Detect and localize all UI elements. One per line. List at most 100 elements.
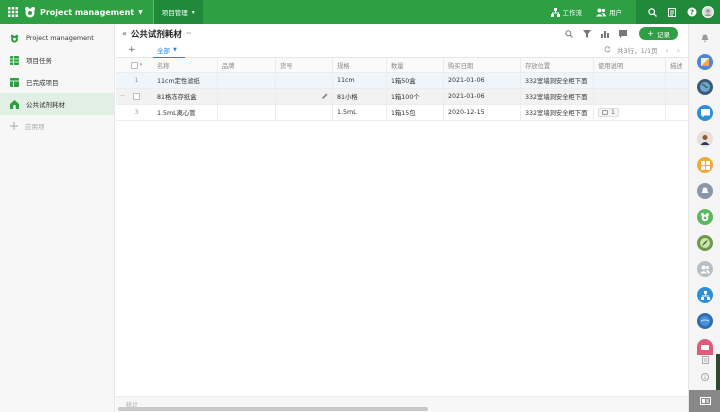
cell-brand[interactable] [218,105,276,120]
plant-avatar[interactable] [697,235,713,251]
info-icon[interactable] [700,372,710,382]
refresh-icon[interactable] [604,45,611,55]
users-link[interactable]: 用户 [596,7,622,17]
table-row[interactable]: ··· 81格冻存纸盒 81小格 1箱100个 2021-01-06 332室墙… [116,89,688,105]
cell-brand[interactable] [218,89,276,104]
cell-date[interactable]: 2021-01-06 [444,73,521,88]
group-icon[interactable] [697,261,713,277]
cell-location[interactable]: 332室墙洞安全柜下面 [521,89,594,104]
comment-icon[interactable] [617,28,629,40]
help-icon[interactable]: ? [686,6,698,18]
cell-date[interactable]: 2020-12-15 [444,105,521,120]
column-header[interactable]: 描述 [666,58,686,72]
cell-code[interactable] [276,105,333,120]
cell-brand[interactable] [218,73,276,88]
card-icon[interactable] [689,390,720,412]
bell-icon[interactable] [697,30,713,46]
row-number[interactable]: 1 [116,73,153,88]
earth-icon[interactable] [697,313,713,329]
row-select[interactable]: ··· [116,89,153,104]
cell-code[interactable] [276,73,333,88]
sidebar-item-completed-projects[interactable]: 已完成项目 [0,71,114,93]
cell-name[interactable]: 81格冻存纸盒 [153,89,218,104]
chevron-down-icon: ▾ [191,8,195,16]
workflow-label: 工作流 [562,9,583,17]
add-record-label: 记录 [657,30,670,39]
calendar-icon[interactable] [697,339,713,355]
cell-spec[interactable]: 81小格 [333,89,387,104]
add-app-label: 应用项 [25,123,45,131]
cell-qty[interactable]: 1箱100个 [387,89,444,104]
prev-page-icon[interactable]: ‹ [666,46,669,55]
sidebar-add-app-item[interactable]: 应用项 [0,115,114,137]
leaf-app-icon[interactable] [697,209,713,225]
cell-location[interactable]: 332室墙洞安全柜下面 [521,73,594,88]
cell-location[interactable]: 332室墙洞安全柜下面 [521,105,594,120]
add-view-icon[interactable]: + [128,45,138,55]
cell-spec[interactable]: 11cm [333,73,387,88]
add-record-button[interactable]: + 记录 [639,27,678,40]
sidebar-item-project-tasks[interactable]: 项目任务 [0,49,114,71]
stats-chart-icon[interactable] [599,28,611,40]
cell-name[interactable]: 1.5mL离心管 [153,105,218,120]
tab-label: 项目管理 [161,9,188,17]
person-avatar[interactable] [697,131,713,147]
sidebar-item-project-management[interactable]: Project management [0,27,114,49]
column-header[interactable]: 规格 [333,58,387,72]
cell-qty[interactable]: 1箱15包 [387,105,444,120]
attachment-tag[interactable]: 1 [598,108,620,117]
app-title[interactable]: Project management [40,8,134,17]
attachment-icon [602,110,608,115]
data-table: ▾ 名称 品牌 货号 规格 数量 购买日期 存放位置 使用说明 描述 1 11c… [116,58,688,121]
document-icon[interactable] [666,6,678,18]
horizontal-scrollbar[interactable] [118,407,428,411]
cell-description[interactable] [666,105,686,120]
workflow-link[interactable]: 工作流 [550,7,583,17]
cell-description[interactable] [666,73,686,88]
globe-icon[interactable] [697,79,713,95]
app-icon[interactable] [697,54,713,70]
apps-grid-icon[interactable] [6,5,20,19]
select-all-checkbox[interactable]: ▾ [116,58,153,72]
edit-pencil-icon[interactable] [322,93,328,101]
cell-name[interactable]: 11cm定性滤纸 [153,73,218,88]
search-icon[interactable] [563,28,575,40]
chat-icon[interactable] [697,105,713,121]
row-more-icon[interactable]: ··· [120,93,125,100]
org-icon[interactable] [697,287,713,303]
column-header[interactable]: 品牌 [218,58,276,72]
cell-qty[interactable]: 1箱50盒 [387,73,444,88]
table-row[interactable]: 1 11cm定性滤纸 11cm 1箱50盒 2021-01-06 332室墙洞安… [116,73,688,89]
search-icon[interactable] [646,6,658,18]
notification-icon[interactable] [697,183,713,199]
tab-all-view[interactable]: 全部 ▼ [153,43,185,59]
column-header[interactable]: 使用说明 [594,58,666,72]
filter-icon[interactable] [581,28,593,40]
cell-usage-note[interactable] [594,73,666,88]
column-header[interactable]: 名称 [153,58,218,72]
cell-code[interactable] [276,89,333,104]
cell-usage-note[interactable]: 1 [594,105,666,120]
next-page-icon[interactable]: › [677,46,680,55]
cell-description[interactable] [666,89,686,104]
cell-date[interactable]: 2021-01-06 [444,89,521,104]
cell-spec[interactable]: 1.5mL [333,105,387,120]
chevron-down-icon[interactable]: ▼ [138,9,143,16]
row-checkbox[interactable] [133,93,140,100]
user-avatar[interactable] [702,6,714,18]
tab-project-management[interactable]: 项目管理 ▾ [153,0,203,24]
column-header[interactable]: 货号 [276,58,333,72]
more-options-icon[interactable]: ··· [186,29,192,38]
column-header[interactable]: 存放位置 [521,58,594,72]
table-header-row: ▾ 名称 品牌 货号 规格 数量 购买日期 存放位置 使用说明 描述 [116,58,688,73]
grid-app-icon[interactable] [697,157,713,173]
column-header[interactable]: 购买日期 [444,58,521,72]
collapse-sidebar-icon[interactable]: « [122,29,127,38]
row-number[interactable]: 3 [116,105,153,120]
table-row[interactable]: 3 1.5mL离心管 1.5mL 1箱15包 2020-12-15 332室墙洞… [116,105,688,121]
cell-usage-note[interactable] [594,89,666,104]
column-header[interactable]: 数量 [387,58,444,72]
grid-sheet-icon [10,55,19,65]
doc-icon[interactable] [700,355,710,365]
sidebar-item-public-reagents[interactable]: 公共试剂耗材 [0,93,114,115]
